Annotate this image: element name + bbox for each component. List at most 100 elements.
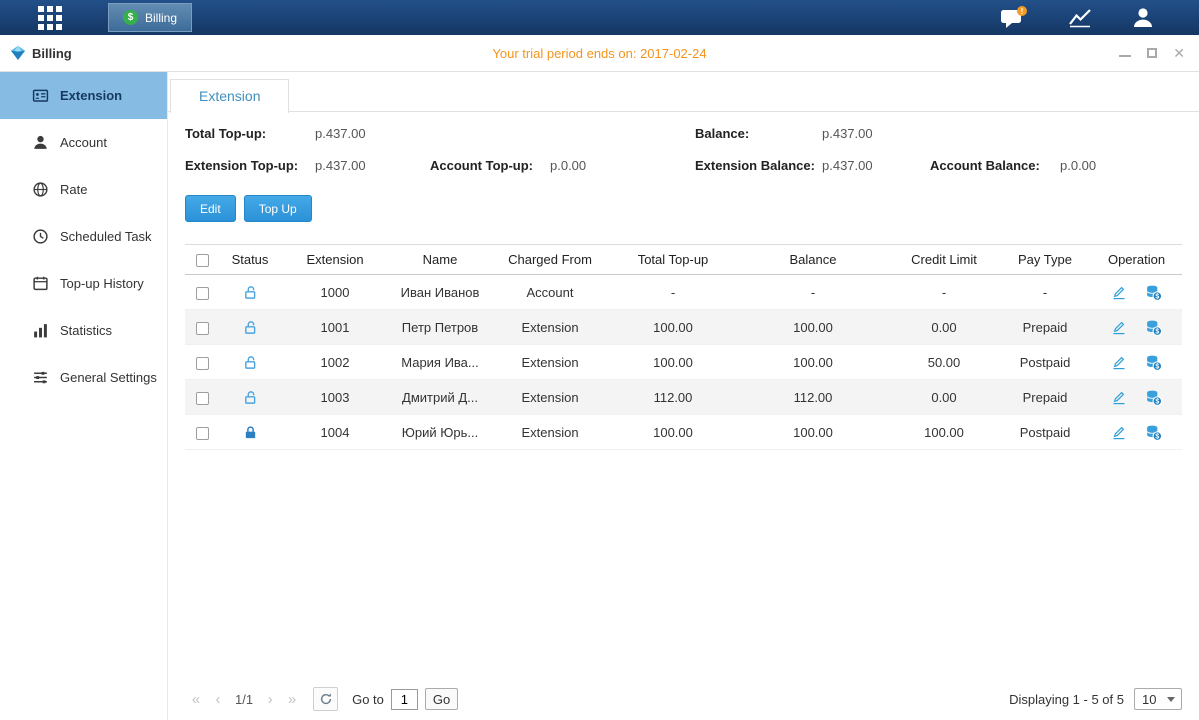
topup-icon[interactable]: $ (1145, 424, 1162, 441)
maximize-icon[interactable] (1147, 48, 1157, 58)
svg-text:!: ! (1021, 6, 1024, 15)
row-checkbox[interactable] (196, 357, 209, 370)
row-checkbox[interactable] (196, 287, 209, 300)
account-person-icon (32, 134, 49, 151)
main-content: Extension Total Top-up: p.437.00 Balance… (168, 72, 1199, 720)
cell-charged-from: Extension (491, 345, 609, 380)
table-row: 1001 Петр Петров Extension 100.00 100.00… (185, 310, 1182, 345)
topup-icon[interactable]: $ (1145, 354, 1162, 371)
status-cell (219, 275, 281, 310)
unlocked-icon (243, 355, 258, 370)
total-topup-value: p.437.00 (315, 126, 430, 141)
extension-card-icon (32, 87, 49, 104)
cell-extension: 1002 (281, 345, 389, 380)
first-page-icon[interactable]: « (185, 691, 207, 708)
status-cell (219, 380, 281, 415)
status-cell (219, 345, 281, 380)
top-bar: $ Billing ! (0, 0, 1199, 35)
rate-globe-icon (32, 181, 49, 198)
cell-balance: 100.00 (737, 310, 889, 345)
col-charged-from: Charged From (491, 245, 609, 275)
cell-balance: 100.00 (737, 345, 889, 380)
sidebar-item-general-settings[interactable]: General Settings (0, 354, 167, 401)
status-cell (219, 310, 281, 345)
goto-page-input[interactable] (391, 689, 418, 710)
displaying-text: Displaying 1 - 5 of 5 (1009, 692, 1124, 707)
cell-pay-type: Prepaid (999, 310, 1091, 345)
billing-app-icon (10, 45, 26, 61)
cell-credit-limit: - (889, 275, 999, 310)
user-account-icon[interactable] (1131, 6, 1155, 29)
sidebar-item-scheduled-task[interactable]: Scheduled Task (0, 213, 167, 260)
app-grid-icon[interactable] (38, 6, 62, 30)
prev-page-icon[interactable]: ‹ (207, 691, 229, 708)
cell-balance: 100.00 (737, 415, 889, 450)
last-page-icon[interactable]: » (281, 691, 303, 708)
row-checkbox[interactable] (196, 427, 209, 440)
sidebar-item-label: Statistics (60, 323, 112, 338)
edit-icon[interactable] (1111, 424, 1127, 440)
edit-icon[interactable] (1111, 284, 1127, 300)
edit-button[interactable]: Edit (185, 195, 236, 222)
pagination-bar: « ‹ 1/1 › » Go to Go Displaying 1 - 5 of… (185, 686, 1182, 712)
notifications-icon[interactable]: ! (999, 6, 1029, 30)
sidebar-item-label: Scheduled Task (60, 229, 152, 244)
unlocked-icon (243, 285, 258, 300)
topup-icon[interactable]: $ (1145, 389, 1162, 406)
top-up-button[interactable]: Top Up (244, 195, 312, 222)
refresh-button[interactable] (313, 687, 338, 711)
billing-summary: Total Top-up: p.437.00 Balance: p.437.00… (185, 126, 1182, 173)
sidebar-item-rate[interactable]: Rate (0, 166, 167, 213)
extension-table: Status Extension Name Charged From Total… (185, 244, 1182, 450)
account-topup-value: p.0.00 (550, 158, 695, 173)
go-button[interactable]: Go (425, 688, 458, 710)
page-size-select[interactable]: 10 (1134, 688, 1182, 710)
edit-icon[interactable] (1111, 389, 1127, 405)
cell-credit-limit: 50.00 (889, 345, 999, 380)
cell-total-topup: 100.00 (609, 345, 737, 380)
reports-chart-icon[interactable] (1067, 7, 1093, 29)
sidebar-item-statistics[interactable]: Statistics (0, 307, 167, 354)
topup-icon[interactable]: $ (1145, 319, 1162, 336)
minimize-icon[interactable] (1119, 49, 1131, 57)
sidebar-item-label: Top-up History (60, 276, 144, 291)
unlocked-icon (243, 390, 258, 405)
next-page-icon[interactable]: › (259, 691, 281, 708)
select-all-checkbox[interactable] (196, 254, 209, 267)
svg-text:$: $ (1155, 363, 1159, 370)
row-checkbox[interactable] (196, 392, 209, 405)
sidebar-item-account[interactable]: Account (0, 119, 167, 166)
cell-name: Мария Ива... (389, 345, 491, 380)
close-icon[interactable]: ✕ (1173, 46, 1185, 60)
tab-bar: Extension (168, 72, 1199, 112)
sidebar-item-label: Account (60, 135, 107, 150)
topup-icon[interactable]: $ (1145, 284, 1162, 301)
account-balance-value: p.0.00 (1060, 158, 1182, 173)
sidebar-item-label: Rate (60, 182, 87, 197)
edit-icon[interactable] (1111, 354, 1127, 370)
cell-name: Иван Иванов (389, 275, 491, 310)
window-title: Billing (32, 46, 72, 61)
cell-charged-from: Extension (491, 415, 609, 450)
sidebar-item-topup-history[interactable]: Top-up History (0, 260, 167, 307)
col-balance: Balance (737, 245, 889, 275)
cell-total-topup: - (609, 275, 737, 310)
extension-topup-value: p.437.00 (315, 158, 430, 173)
extension-balance-value: p.437.00 (822, 158, 930, 173)
topbar-billing-tab-label: Billing (145, 11, 177, 25)
topbar-billing-tab[interactable]: $ Billing (108, 3, 192, 32)
sliders-icon (32, 369, 49, 386)
sidebar-item-extension[interactable]: Extension (0, 72, 167, 119)
cell-balance: - (737, 275, 889, 310)
refresh-icon (319, 692, 333, 706)
edit-icon[interactable] (1111, 319, 1127, 335)
col-pay-type: Pay Type (999, 245, 1091, 275)
trial-notice: Your trial period ends on: 2017-02-24 (0, 46, 1199, 61)
bar-chart-icon (32, 322, 49, 339)
svg-text:$: $ (1155, 293, 1159, 300)
tab-extension[interactable]: Extension (170, 79, 289, 113)
row-checkbox[interactable] (196, 322, 209, 335)
extension-balance-label: Extension Balance: (695, 158, 822, 173)
chevron-down-icon (1167, 697, 1175, 702)
cell-pay-type: Postpaid (999, 415, 1091, 450)
